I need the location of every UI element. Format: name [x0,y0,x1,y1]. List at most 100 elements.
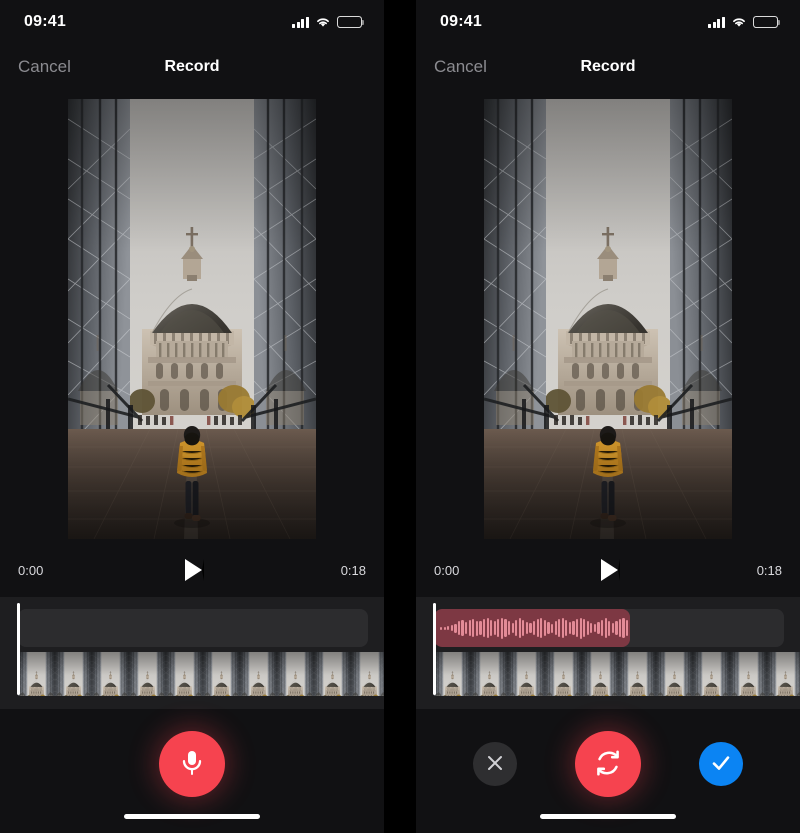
filmstrip-frame[interactable] [203,652,240,696]
video-frame-artwork [68,99,316,539]
filmstrip-frame[interactable] [18,652,55,696]
filmstrip-frame[interactable] [508,652,545,696]
status-bar-indicators [292,16,364,28]
nav-bar: Cancel Record [416,44,800,90]
audio-track[interactable] [434,609,784,647]
waveform-bar [572,621,575,635]
filmstrip-frame[interactable] [619,652,656,696]
cancel-button[interactable]: Cancel [18,57,71,77]
retake-button[interactable] [575,731,641,797]
filmstrip-frame[interactable] [545,652,582,696]
waveform-bar [443,626,446,630]
video-frame-artwork [277,652,314,696]
audio-track[interactable] [18,609,368,647]
audio-clip[interactable] [434,609,630,647]
filmstrip-frame[interactable] [92,652,129,696]
waveform-bar [472,618,475,638]
video-frame-artwork [693,652,730,696]
waveform-bar [593,623,597,633]
microphone-icon [179,748,205,781]
waveform-bar [490,619,493,637]
status-bar: 09:41 [416,0,800,44]
waveform-bar [554,621,557,635]
waveform-bar [533,620,536,636]
waveform-bar [575,619,579,637]
waveform-bar [611,622,614,634]
video-frame-artwork [730,652,767,696]
waveform-bar [504,619,507,637]
playback-transport: 0:00 0:18 [0,543,384,597]
filmstrip-frame[interactable] [693,652,730,696]
refresh-icon [594,749,622,780]
cellular-bars-icon [292,16,309,28]
waveform-bar [550,623,554,633]
waveform-bar [561,618,564,638]
filmstrip-frame[interactable] [582,652,619,696]
action-controls [416,709,800,819]
filmstrip-frame[interactable] [471,652,508,696]
waveform-bar [586,620,589,636]
discard-button[interactable] [473,742,517,786]
waveform-bar [547,622,550,634]
confirm-button[interactable] [699,742,743,786]
waveform-bar [536,619,539,637]
video-preview[interactable] [484,99,732,539]
video-frame-artwork [92,652,129,696]
waveform-bar [497,618,500,638]
play-button[interactable] [184,559,204,581]
filmstrip-frame[interactable] [767,652,800,696]
timeline[interactable] [416,597,800,709]
home-indicator [540,814,676,819]
filmstrip-frame[interactable] [314,652,351,696]
timeline[interactable] [0,597,384,709]
waveform-bar [450,624,453,632]
video-preview[interactable] [68,99,316,539]
waveform-bar [565,620,568,636]
waveform-bar [468,619,471,637]
filmstrip-frame[interactable] [240,652,277,696]
play-button[interactable] [600,559,620,581]
waveform-bar [465,622,468,634]
waveform-bar [479,621,482,635]
filmstrip-frame[interactable] [434,652,471,696]
playhead[interactable] [433,603,436,695]
filmstrip-frame[interactable] [730,652,767,696]
filmstrip-frame[interactable] [166,652,203,696]
video-preview-container [416,90,800,539]
cancel-button[interactable]: Cancel [434,57,487,77]
video-frame-artwork [314,652,351,696]
video-frame-artwork [484,99,732,539]
filmstrip-frame[interactable] [351,652,384,696]
check-icon [711,754,731,775]
waveform-bar [529,622,532,634]
filmstrip-frame[interactable] [55,652,92,696]
filmstrip-frame[interactable] [277,652,314,696]
video-frame-artwork [18,652,55,696]
waveform-bar [511,622,514,634]
total-time-label: 0:18 [756,562,782,578]
waveform-bar [482,619,486,637]
waveform-bar [543,619,546,637]
video-filmstrip-track[interactable] [18,652,384,696]
waveform-bar [500,617,504,639]
panel-divider [384,0,416,833]
audio-waveform [440,609,630,647]
phone-screen-before-recording: 09:41 Cancel Record 0:00 0:18 [0,0,384,833]
waveform-bar [461,620,464,636]
filmstrip-frame[interactable] [656,652,693,696]
timeline-tracks [18,609,384,699]
video-frame-artwork [55,652,92,696]
status-bar-time: 09:41 [24,13,66,30]
waveform-bar [615,621,618,635]
playhead[interactable] [17,603,20,695]
filmstrip-frame[interactable] [129,652,166,696]
record-button[interactable] [159,731,225,797]
waveform-bar [454,623,457,633]
video-frame-artwork [434,652,471,696]
waveform-bar [493,620,496,636]
video-filmstrip-track[interactable] [434,652,800,696]
playback-transport: 0:00 0:18 [416,543,800,597]
status-bar-time: 09:41 [440,13,482,30]
close-icon [486,754,504,775]
video-frame-artwork [582,652,619,696]
